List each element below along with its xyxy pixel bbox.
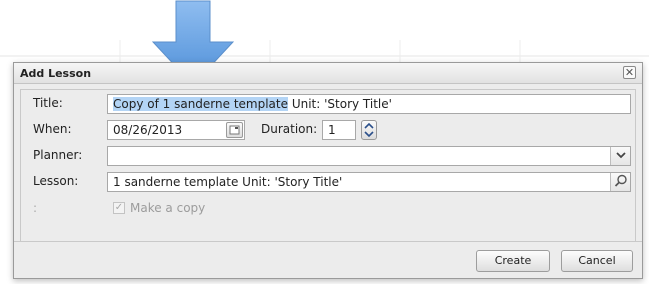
make-copy-checkbox[interactable]: ✓ (113, 202, 125, 214)
cancel-button[interactable]: Cancel (561, 250, 633, 272)
form-panel: Title: Copy of 1 sanderne template Unit:… (20, 89, 636, 243)
close-icon[interactable]: ✕ (623, 66, 636, 79)
when-label: When: (33, 122, 72, 136)
title-input[interactable]: Copy of 1 sanderne template Unit: 'Story… (107, 94, 631, 114)
add-lesson-dialog: Add Lesson ✕ Title: Copy of 1 sanderne t… (13, 62, 643, 279)
calendar-icon[interactable] (226, 122, 243, 138)
title-selected-text: Copy of 1 sanderne template (113, 97, 288, 111)
date-input[interactable]: 08/26/2013 (107, 120, 245, 140)
lesson-label: Lesson: (33, 174, 79, 188)
copy-row-label: : (33, 201, 38, 215)
chevron-down-icon[interactable] (610, 147, 630, 165)
title-label: Title: (33, 96, 63, 110)
duration-value: 1 (328, 123, 336, 137)
dialog-title: Add Lesson (20, 67, 92, 80)
duration-label: Duration: (261, 122, 318, 136)
planner-label: Planner: (33, 148, 83, 162)
lesson-input[interactable]: 1 sanderne template Unit: 'Story Title' (107, 172, 631, 192)
create-button[interactable]: Create (476, 250, 550, 272)
date-value: 08/26/2013 (113, 123, 183, 137)
lesson-value: 1 sanderne template Unit: 'Story Title' (113, 175, 343, 189)
title-rest-text: Unit: 'Story Title' (291, 97, 392, 111)
dialog-titlebar: Add Lesson ✕ (14, 63, 642, 84)
duration-stepper[interactable] (361, 120, 377, 140)
planner-select[interactable] (107, 146, 631, 166)
duration-input[interactable]: 1 (322, 120, 356, 140)
dialog-footer: Create Cancel (14, 241, 642, 278)
search-icon[interactable] (610, 173, 630, 191)
make-copy-label: Make a copy (130, 201, 206, 215)
